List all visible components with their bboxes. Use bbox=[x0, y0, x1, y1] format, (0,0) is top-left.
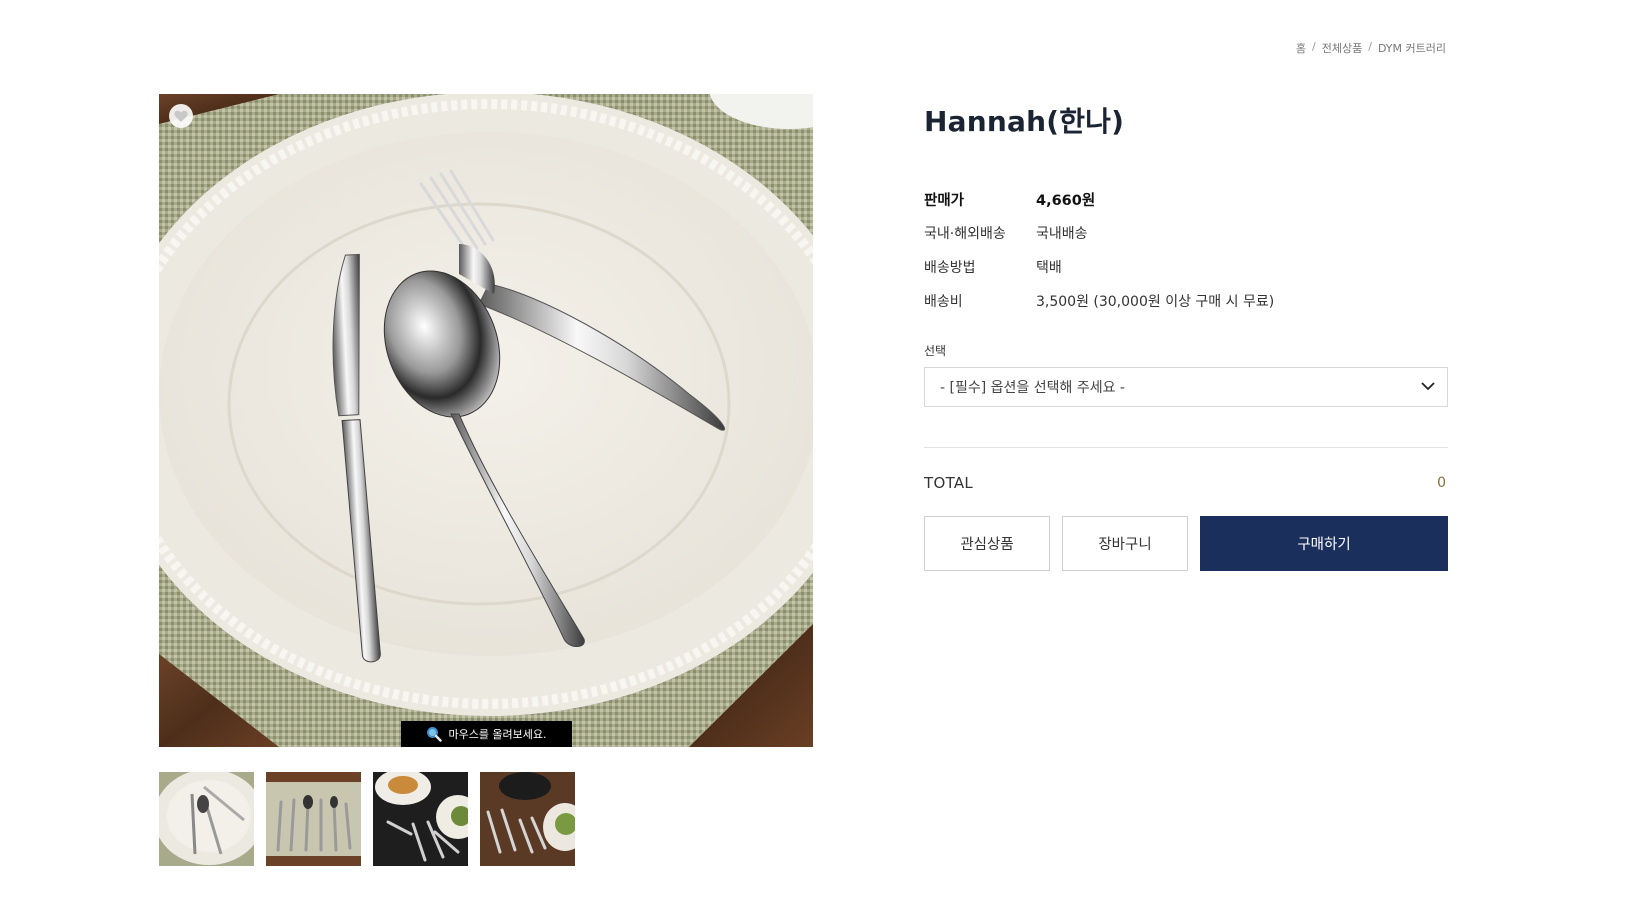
spec-row-shipping-fee: 배송비 3,500원 (30,000원 이상 구매 시 무료) bbox=[924, 284, 1448, 318]
wishlist-button[interactable]: 관심상품 bbox=[924, 516, 1050, 571]
price-label: 판매가 bbox=[924, 192, 965, 209]
option-selected-value: - [필수] 옵션을 선택해 주세요 - bbox=[940, 380, 1125, 396]
shipping-method-value: 택배 bbox=[1036, 260, 1062, 276]
option-label: 선택 bbox=[924, 344, 947, 358]
action-buttons: 관심상품 장바구니 구매하기 bbox=[924, 516, 1448, 571]
thumb-plate-cutlery bbox=[159, 772, 254, 866]
thumbnail-1[interactable] bbox=[159, 772, 254, 866]
product-spec-table: 판매가 4,660원 국내·해외배송 국내배송 배송방법 택배 배송비 3,50… bbox=[924, 182, 1448, 318]
spec-row-shipping-scope: 국내·해외배송 국내배송 bbox=[924, 216, 1448, 250]
buy-now-button[interactable]: 구매하기 bbox=[1200, 516, 1448, 571]
thumb-cutlery-set-mat bbox=[266, 772, 361, 866]
shipping-scope-label: 국내·해외배송 bbox=[924, 226, 1006, 242]
divider bbox=[924, 447, 1448, 448]
spec-row-price: 판매가 4,660원 bbox=[924, 182, 1448, 216]
thumb-pasta-dark-table bbox=[373, 772, 468, 866]
breadcrumb: 홈 / 전체상품 / DYM 커트러리 bbox=[1296, 40, 1446, 56]
total-value: 0 bbox=[1437, 475, 1446, 491]
price-value: 4,660원 bbox=[1036, 192, 1096, 209]
breadcrumb-all-products[interactable]: 전체상품 bbox=[1322, 40, 1362, 56]
thumbnail-4[interactable] bbox=[480, 772, 575, 866]
breadcrumb-separator: / bbox=[1368, 40, 1372, 53]
spec-row-shipping-method: 배송방법 택배 bbox=[924, 250, 1448, 284]
zoom-hint: 마우스를 올려보세요. bbox=[401, 721, 572, 747]
total-label: TOTAL bbox=[924, 474, 974, 492]
product-title: Hannah(한나) bbox=[924, 105, 1125, 138]
product-main-image[interactable]: 마우스를 올려보세요. bbox=[159, 94, 813, 747]
shipping-scope-value: 국내배송 bbox=[1036, 226, 1088, 242]
thumbnail-2[interactable] bbox=[266, 772, 361, 866]
magnifier-icon bbox=[426, 726, 443, 742]
zoom-hint-text: 마우스를 올려보세요. bbox=[448, 728, 547, 741]
shipping-method-label: 배송방법 bbox=[924, 260, 976, 276]
option-select[interactable]: - [필수] 옵션을 선택해 주세요 - bbox=[924, 367, 1448, 407]
shipping-fee-value: 3,500원 (30,000원 이상 구매 시 무료) bbox=[1036, 294, 1275, 310]
thumb-salad-dark-table bbox=[480, 772, 575, 866]
thumbnail-strip bbox=[159, 772, 575, 866]
thumbnail-3[interactable] bbox=[373, 772, 468, 866]
product-info: Hannah(한나) 판매가 4,660원 국내·해외배송 국내배송 배송방법 … bbox=[924, 100, 1448, 571]
add-to-cart-button[interactable]: 장바구니 bbox=[1062, 516, 1188, 571]
breadcrumb-home[interactable]: 홈 bbox=[1296, 40, 1306, 56]
wishlist-heart-icon[interactable] bbox=[169, 104, 193, 128]
breadcrumb-category[interactable]: DYM 커트러리 bbox=[1378, 40, 1446, 56]
chevron-down-icon bbox=[1421, 379, 1435, 395]
breadcrumb-separator: / bbox=[1312, 40, 1316, 53]
shipping-fee-label: 배송비 bbox=[924, 294, 963, 310]
product-photo bbox=[159, 94, 813, 747]
total-row: TOTAL 0 bbox=[924, 474, 1448, 492]
